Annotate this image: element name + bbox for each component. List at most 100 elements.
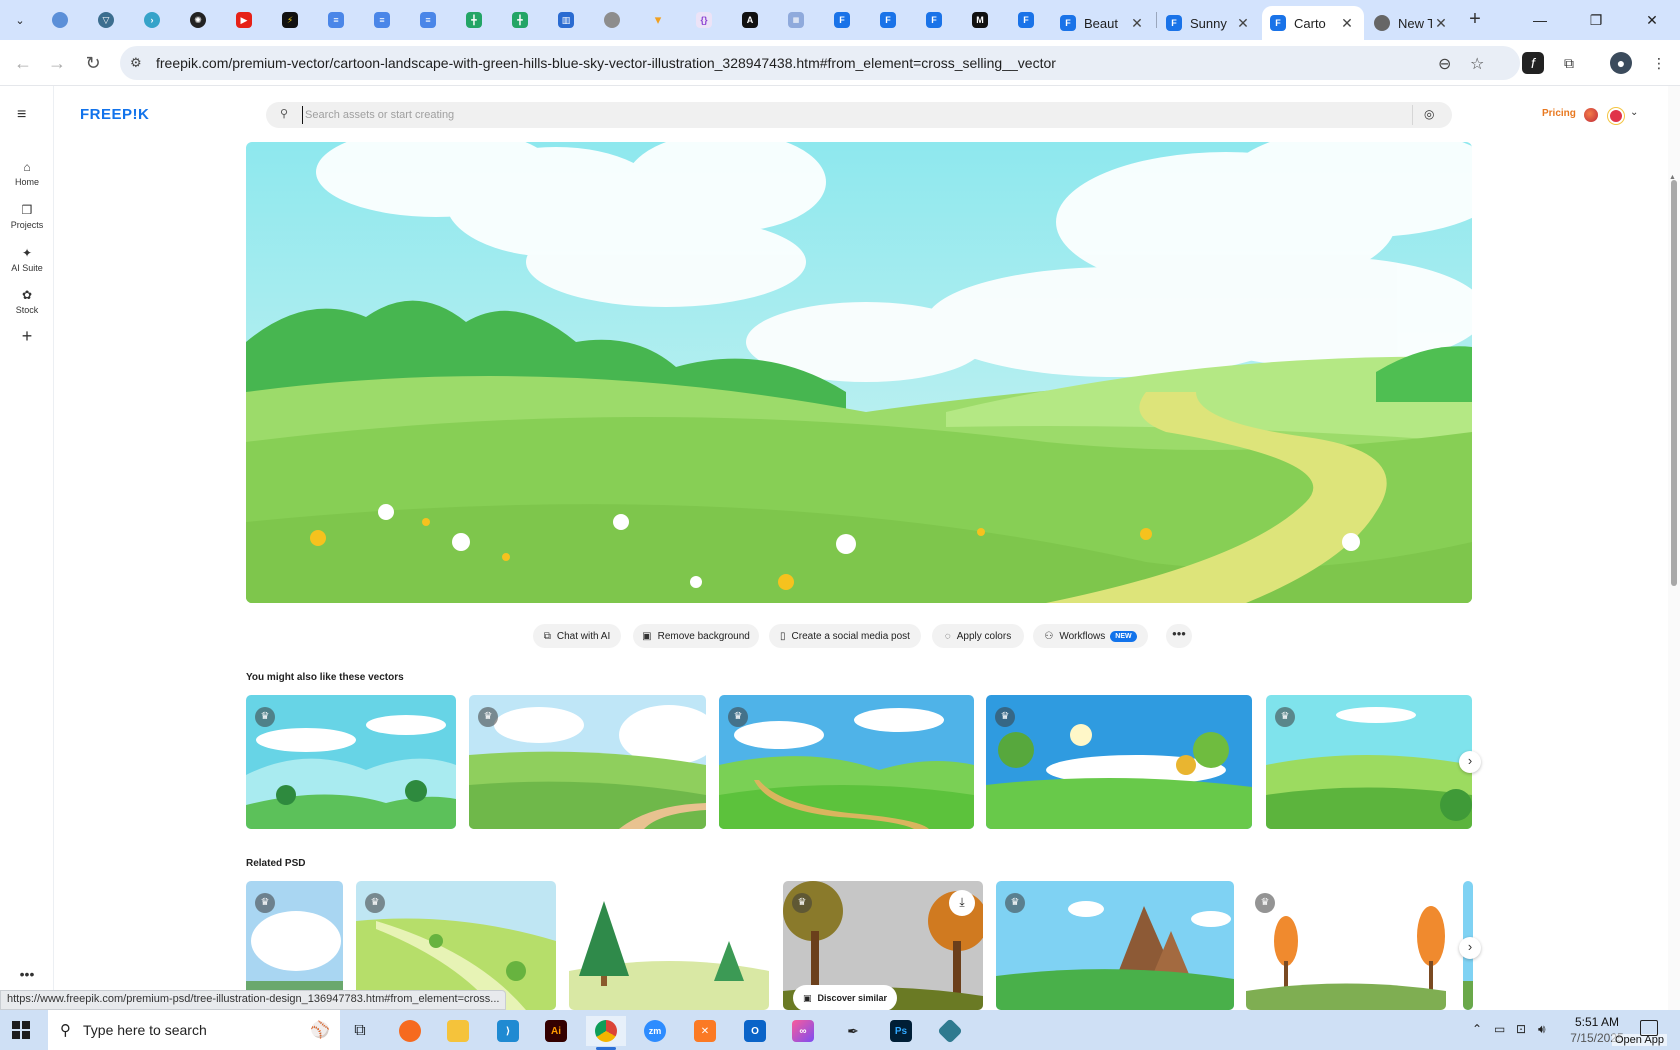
pricing-link[interactable]: Pricing (1542, 108, 1576, 119)
taskbar-photoshop[interactable]: Ps (881, 1016, 921, 1046)
hamburger-menu-icon[interactable]: ≡ (17, 106, 26, 124)
search-bar[interactable]: ⚲ ◎ (266, 102, 1452, 128)
minimize-button[interactable]: — (1512, 0, 1568, 40)
site-info-icon[interactable]: ⚙ (130, 55, 142, 71)
vector-thumbnail[interactable]: ♛ (719, 695, 974, 829)
zoom-icon[interactable]: ⊖ (1438, 54, 1451, 74)
extensions-puzzle-icon[interactable]: ⧉ (1558, 52, 1580, 74)
back-button[interactable]: ← (8, 48, 38, 78)
pinned-tab[interactable]: A (730, 8, 770, 32)
start-button[interactable] (12, 1021, 30, 1039)
discover-similar-button[interactable]: ▣ Discover similar (793, 985, 898, 1010)
pinned-tab[interactable]: F (822, 8, 862, 32)
search-input[interactable] (302, 106, 1352, 124)
taskbar-outlook[interactable]: O (735, 1016, 775, 1046)
pinned-tab[interactable]: ▥ (546, 8, 586, 32)
user-avatar[interactable] (1608, 108, 1624, 124)
more-actions-button[interactable]: ••• (1166, 624, 1192, 648)
pinned-tab[interactable]: › (132, 8, 172, 32)
vector-thumbnail[interactable]: ♛ (1266, 695, 1472, 829)
vector-thumbnail[interactable]: ♛ (246, 695, 456, 829)
tab-new[interactable]: New T ✕ (1366, 6, 1458, 40)
pinned-tab[interactable]: {} (684, 8, 724, 32)
address-bar[interactable]: ⚙ freepik.com/premium-vector/cartoon-lan… (120, 46, 1520, 80)
sidebar-item-projects[interactable]: ❒ Projects (0, 203, 54, 230)
taskbar-xampp[interactable]: ✕ (685, 1016, 725, 1046)
pinned-tab[interactable]: ⚡ (270, 8, 310, 32)
chat-with-ai-button[interactable]: ⧉ Chat with AI (533, 624, 621, 648)
sidebar-item-stock[interactable]: ✿ Stock (0, 288, 54, 315)
pinned-tab[interactable]: ▽ (86, 8, 126, 32)
pinned-tab[interactable]: M (960, 8, 1000, 32)
display-icon[interactable]: ▭ (1494, 1022, 1505, 1036)
bookmark-star-icon[interactable]: ☆ (1470, 54, 1484, 74)
vector-thumbnail[interactable]: ♛ (469, 695, 706, 829)
pinned-tab[interactable]: ▶ (224, 8, 264, 32)
pinned-tab[interactable]: F (914, 8, 954, 32)
pinned-tab[interactable]: ▾ (638, 8, 678, 32)
open-app-label[interactable]: Open App (1612, 1034, 1667, 1046)
taskbar-creative-cloud[interactable]: ∞ (783, 1016, 823, 1046)
download-button[interactable]: ⤓ (949, 890, 975, 916)
close-icon[interactable]: ✕ (1234, 15, 1252, 32)
add-button[interactable]: + (0, 326, 54, 347)
pinned-tab[interactable]: ≡ (362, 8, 402, 32)
pinned-tab[interactable]: ╋ (454, 8, 494, 32)
taskbar-vscode[interactable]: ⟩ (488, 1016, 528, 1046)
workflows-button[interactable]: ⚇ Workflows NEW (1033, 624, 1148, 648)
scrollbar-thumb[interactable] (1671, 180, 1677, 586)
freepik-logo[interactable]: FREEP!K (80, 106, 149, 123)
vector-thumbnail[interactable]: ♛ (986, 695, 1252, 829)
more-button[interactable]: ••• (0, 966, 54, 982)
tray-expand-icon[interactable]: ⌃ (1472, 1022, 1482, 1036)
pinned-tab[interactable]: ✺ (178, 8, 218, 32)
notification-center-icon[interactable] (1640, 1020, 1658, 1036)
taskbar-illustrator[interactable]: Ai (536, 1016, 576, 1046)
network-icon[interactable]: ⊡ (1516, 1022, 1526, 1036)
chevron-down-icon[interactable]: ⌄ (1630, 107, 1638, 118)
tab-beaut[interactable]: F Beaut ✕ (1052, 6, 1154, 40)
remove-background-button[interactable]: ▣ Remove background (633, 624, 759, 648)
psd-thumbnail[interactable] (569, 881, 769, 1010)
pinned-tab[interactable]: ≡ (316, 8, 356, 32)
close-window-button[interactable]: ✕ (1624, 0, 1680, 40)
task-view-button[interactable]: ⧉ (340, 1016, 380, 1046)
taskbar-zoom[interactable]: zm (635, 1016, 675, 1046)
pinned-tab[interactable]: ▦ (776, 8, 816, 32)
close-icon[interactable]: ✕ (1338, 15, 1356, 32)
taskbar-explorer[interactable] (438, 1016, 478, 1046)
pinned-tab[interactable] (40, 8, 80, 32)
new-tab-button[interactable]: + (1463, 8, 1487, 32)
menu-kebab-icon[interactable]: ⋮ (1648, 52, 1670, 74)
pinned-tab[interactable]: F (868, 8, 908, 32)
restore-button[interactable]: ❐ (1568, 0, 1624, 40)
taskbar-firefox[interactable] (390, 1016, 430, 1046)
social-media-post-button[interactable]: ▯ Create a social media post (769, 624, 921, 648)
taskbar-pen-tool[interactable]: ✒ (833, 1016, 873, 1046)
reload-button[interactable]: ↻ (78, 48, 108, 78)
volume-icon[interactable]: 🔊︎ (1538, 1022, 1546, 1037)
apply-colors-button[interactable]: ◌ Apply colors (932, 624, 1024, 648)
sidebar-item-home[interactable]: ⌂ Home (0, 160, 54, 187)
profile-avatar-icon[interactable]: ● (1610, 52, 1632, 74)
carousel-next-button[interactable]: › (1459, 937, 1481, 959)
main-preview-image[interactable] (246, 142, 1472, 603)
pinned-tab[interactable]: ≡ (408, 8, 448, 32)
extension-f-icon[interactable]: f (1522, 52, 1544, 74)
tab-search-button[interactable]: ⌄ (8, 8, 32, 32)
pinned-tab[interactable] (592, 8, 632, 32)
taskbar-app[interactable] (930, 1016, 970, 1046)
close-icon[interactable]: ✕ (1128, 15, 1146, 32)
taskbar-chrome[interactable] (586, 1016, 626, 1050)
page-scrollbar[interactable]: ▲ (1668, 86, 1680, 1010)
close-icon[interactable]: ✕ (1432, 15, 1450, 32)
pinned-tab[interactable]: F (1006, 8, 1046, 32)
taskbar-search[interactable]: ⚲ Type here to search ⚾ (48, 1010, 340, 1050)
tab-sunny[interactable]: F Sunny ✕ (1158, 6, 1260, 40)
psd-thumbnail[interactable]: ♛ (996, 881, 1234, 1010)
sidebar-item-ai-suite[interactable]: ✦ AI Suite (0, 246, 54, 273)
carousel-next-button[interactable]: › (1459, 751, 1481, 773)
camera-search-icon[interactable]: ◎ (1424, 107, 1434, 121)
psd-thumbnail[interactable]: ♛ ⤓ ▣ Discover similar (783, 881, 983, 1010)
pinned-tab[interactable]: ╋ (500, 8, 540, 32)
